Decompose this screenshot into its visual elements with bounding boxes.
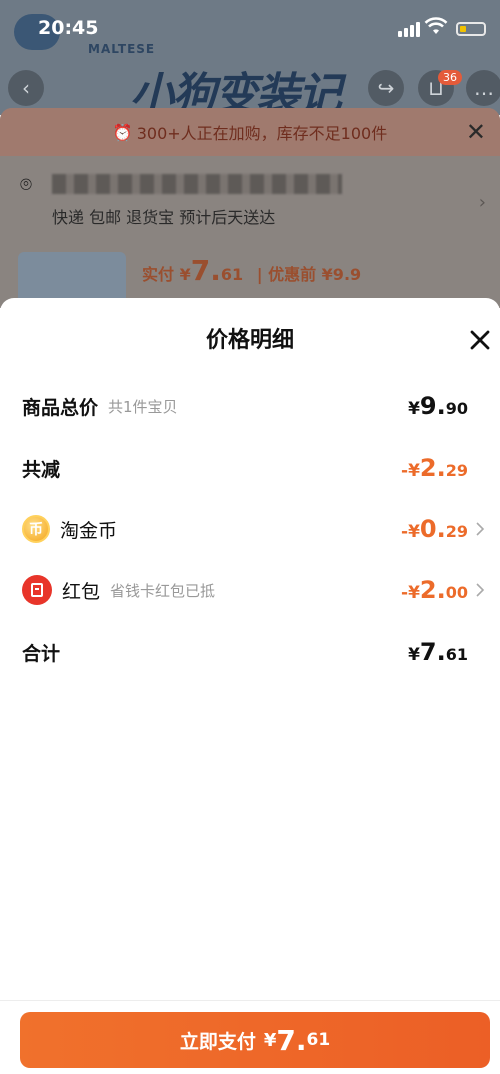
row-value: -¥2.29 [401,454,468,482]
taojinbi-row[interactable]: 币 淘金币 -¥0.29 [22,509,485,549]
row-label: 淘金币 [60,519,118,542]
back-icon[interactable]: ‹ [8,70,44,106]
wifi-icon [424,17,448,34]
value-currency: ¥ [408,399,420,419]
signal-icon [398,22,420,37]
pay-divider [0,1000,500,1001]
row-sub: 省钱卡红包已抵 [110,581,216,600]
value-dec: 00 [445,583,468,602]
total-discount-row: 共减 -¥2.29 [22,448,468,488]
stock-warning-text: 300+人正在加购，库存不足100件 [136,124,388,143]
value-int: 2. [419,576,446,604]
row-value: ¥9.90 [408,392,468,420]
value-dec: 61 [445,645,468,664]
row-label: 共减 [22,458,61,481]
sheet-title: 价格明细 [205,328,294,353]
price-prefix: 实付 ¥ [142,265,191,284]
goods-total-row: 商品总价 共1件宝贝 ¥9.90 [22,386,468,426]
value-currency: -¥ [401,461,420,481]
value-currency: -¥ [401,522,420,542]
price-detail-sheet: 价格明细 商品总价 共1件宝贝 ¥9.90 共减 -¥2.29 币 淘金币 -¥… [0,298,500,1074]
row-sub: 共1件宝贝 [108,397,178,416]
coin-icon: 币 [22,515,50,543]
blurred-address [52,174,342,194]
pay-int: 7. [276,1023,307,1057]
product-thumbnail [18,252,126,304]
price-original: | 优惠前 ¥9.9 [256,265,362,284]
row-label: 合计 [22,642,61,665]
chevron-right-icon: › [478,192,486,213]
value-int: 7. [419,638,446,666]
row-label: 红包 [62,580,101,603]
chevron-right-icon [476,522,485,536]
pay-currency: ¥ [263,1029,277,1051]
alarm-icon: ⏰ [112,122,133,142]
share-icon[interactable]: ↪ [368,70,404,106]
location-icon: ⌾ [20,172,32,196]
pay-label: 立即支付 [179,1030,256,1053]
chevron-right-icon [476,583,485,597]
status-time: 20:45 [38,17,99,39]
price-int: 7. [190,254,221,287]
row-value: ¥7.61 [408,638,468,666]
stock-warning-bar: ⏰ 300+人正在加购，库存不足100件 ✕ [0,108,500,156]
row-value: -¥2.00 [401,576,468,604]
red-packet-row[interactable]: 红包 省钱卡红包已抵 -¥2.00 [22,570,485,610]
more-icon[interactable]: … [466,70,500,106]
row-label: 商品总价 [22,396,99,419]
value-int: 2. [419,454,446,482]
shipping-info: 快递 包邮 退货宝 预计后天送达 [52,208,276,227]
pay-dec: 61 [306,1030,331,1050]
price-dec: 61 [220,265,244,284]
grand-total-row: 合计 ¥7.61 [22,632,468,672]
value-int: 9. [419,392,446,420]
background-price: 实付 ¥7.61 | 优惠前 ¥9.9 [142,254,361,287]
red-packet-icon [22,575,52,605]
close-icon[interactable]: ✕ [466,118,486,146]
value-int: 0. [419,515,446,543]
value-dec: 90 [445,399,468,418]
close-icon[interactable] [466,326,494,354]
value-dec: 29 [445,461,468,480]
status-bar: 20:45 [0,0,500,50]
cart-count-badge: 36 [438,70,462,85]
pay-now-button[interactable]: 立即支付 ¥7. 61 [20,1012,490,1068]
value-dec: 29 [445,522,468,541]
value-currency: -¥ [401,583,420,603]
battery-icon [456,22,486,36]
value-currency: ¥ [408,645,420,665]
row-value: -¥0.29 [401,515,468,543]
